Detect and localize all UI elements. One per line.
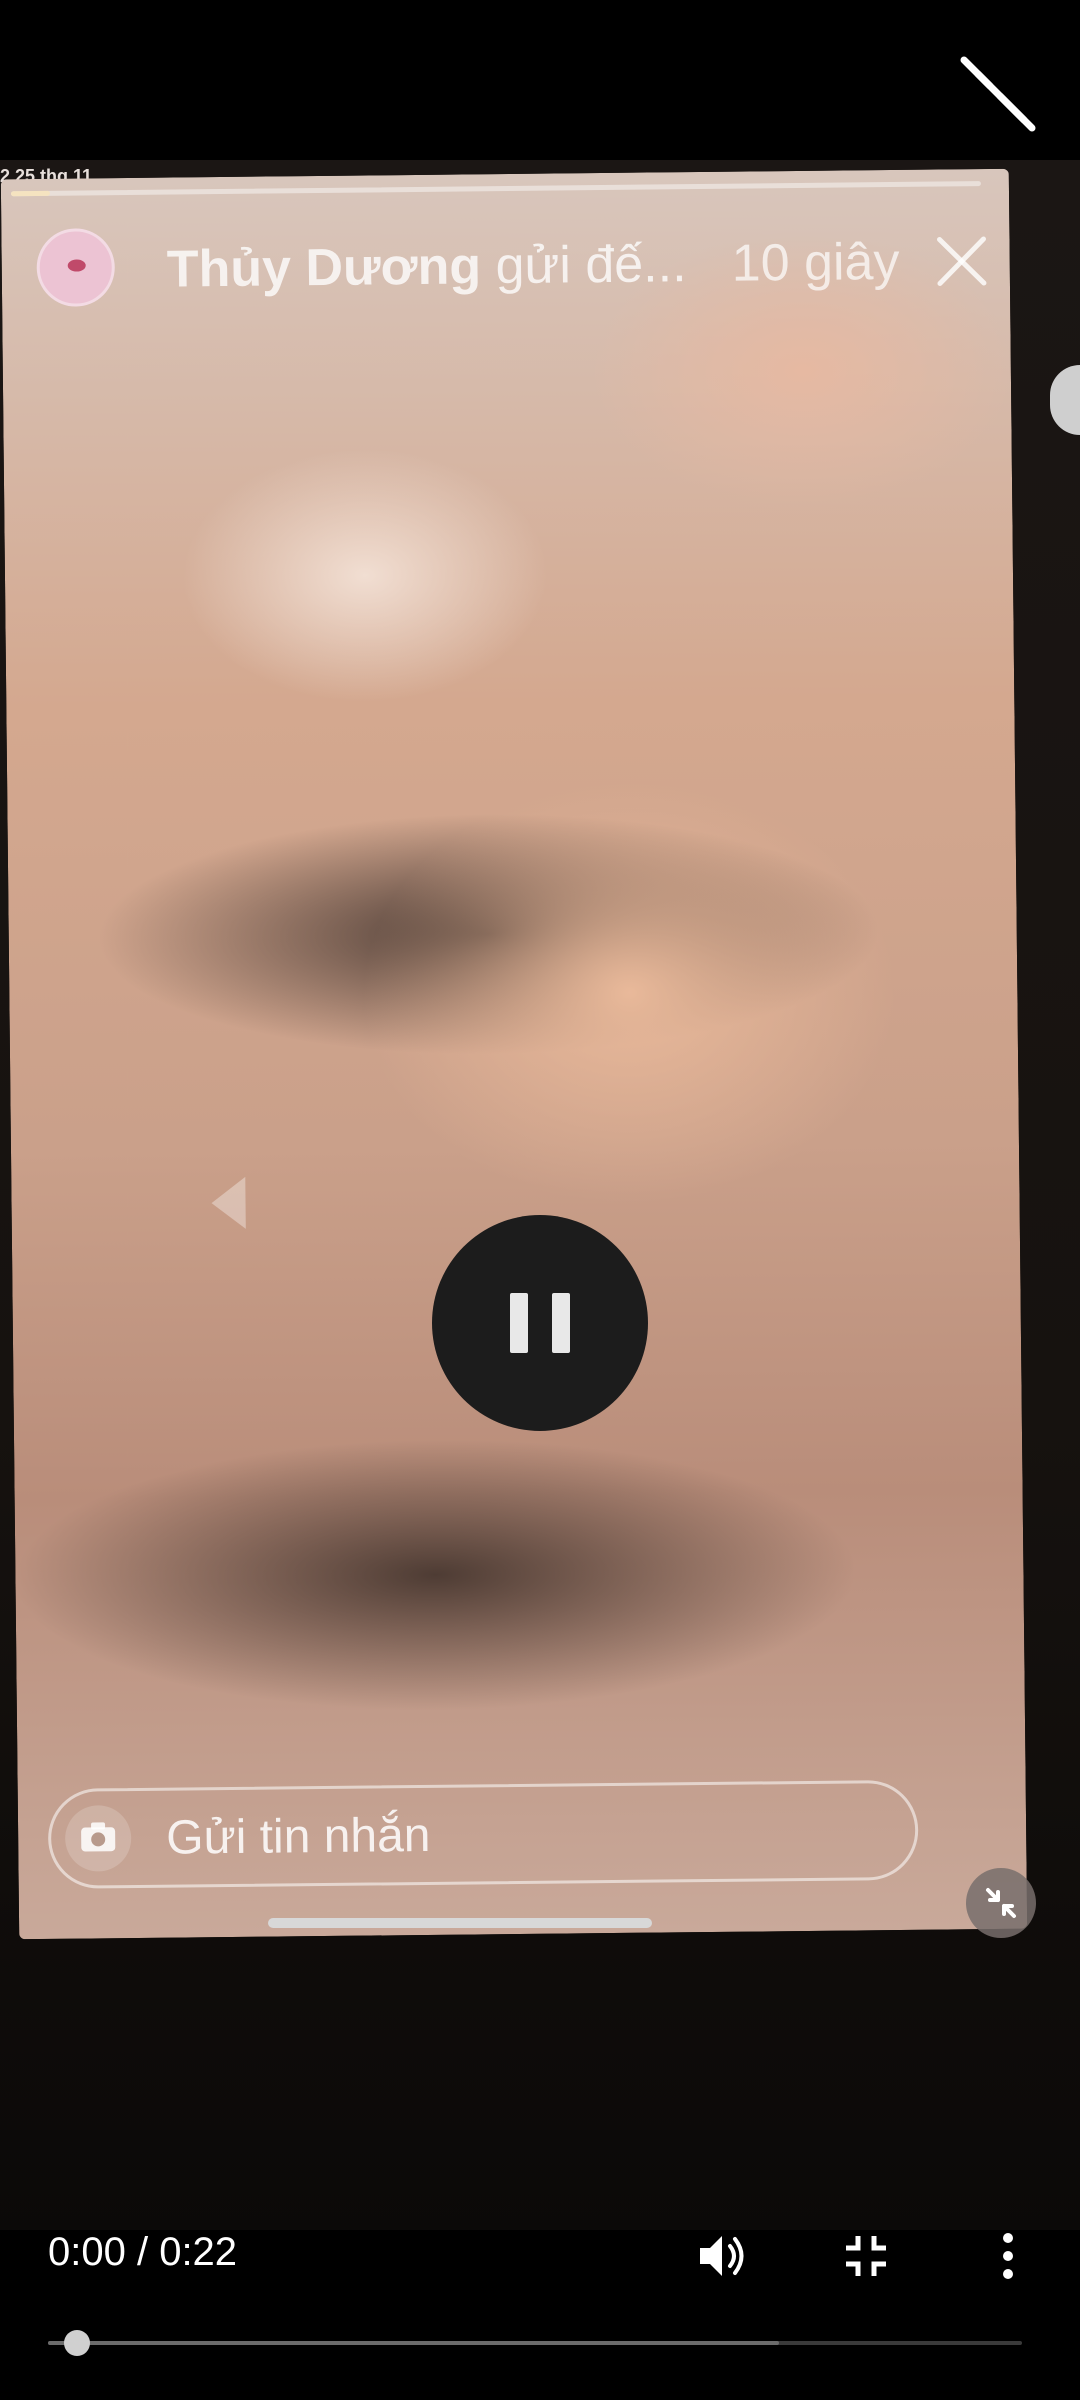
exit-fullscreen-button[interactable] — [834, 2224, 898, 2288]
volume-icon — [700, 2236, 744, 2276]
more-options-button[interactable] — [980, 2224, 1036, 2288]
close-icon — [936, 236, 987, 286]
seekbar[interactable] — [48, 2330, 1022, 2356]
video-frame[interactable]: 2 25 thg 11 Thủy Dương gửi đế... 10 giây — [0, 160, 1080, 2240]
more-vertical-icon — [1003, 2233, 1013, 2279]
side-handle — [1050, 365, 1080, 435]
story-close-button — [931, 231, 992, 292]
story-elapsed-time: 10 giây — [731, 232, 900, 293]
seek-buffered — [48, 2341, 779, 2345]
volume-button[interactable] — [690, 2224, 754, 2288]
home-indicator — [268, 1918, 652, 1928]
sender-name: Thủy Dương — [166, 237, 482, 299]
camera-icon — [81, 1822, 116, 1852]
sender-suffix: gửi đế... — [480, 235, 687, 296]
story-progress-fill — [10, 190, 50, 197]
collapse-diagonal-icon — [960, 56, 1036, 132]
message-bar: Gửi tin nhắn — [47, 1779, 919, 1889]
message-placeholder: Gửi tin nhắn — [165, 1808, 431, 1865]
minimize-icon — [986, 1888, 1016, 1918]
exit-fullscreen-icon — [846, 2236, 886, 2276]
pause-icon — [510, 1293, 570, 1353]
minimize-button[interactable] — [966, 1868, 1036, 1938]
play-pause-button[interactable] — [432, 1215, 648, 1431]
recorded-story-screen: Thủy Dương gửi đế... 10 giây Gửi tin nhắ… — [0, 168, 1028, 1940]
top-bar — [0, 0, 1080, 160]
seek-thumb[interactable] — [64, 2330, 91, 2356]
collapse-button[interactable] — [942, 40, 1052, 150]
camera-button — [64, 1805, 132, 1872]
story-progress-bar — [10, 181, 981, 197]
time-display: 0:00 / 0:22 — [48, 2230, 238, 2274]
player-controls: 0:00 / 0:22 — [0, 2230, 1080, 2400]
story-header: Thủy Dương gửi đế... 10 giây — [21, 209, 992, 309]
sender-avatar — [36, 228, 116, 307]
previous-arrow-icon — [211, 1176, 246, 1230]
sender-line: Thủy Dương gửi đế... — [166, 234, 686, 299]
